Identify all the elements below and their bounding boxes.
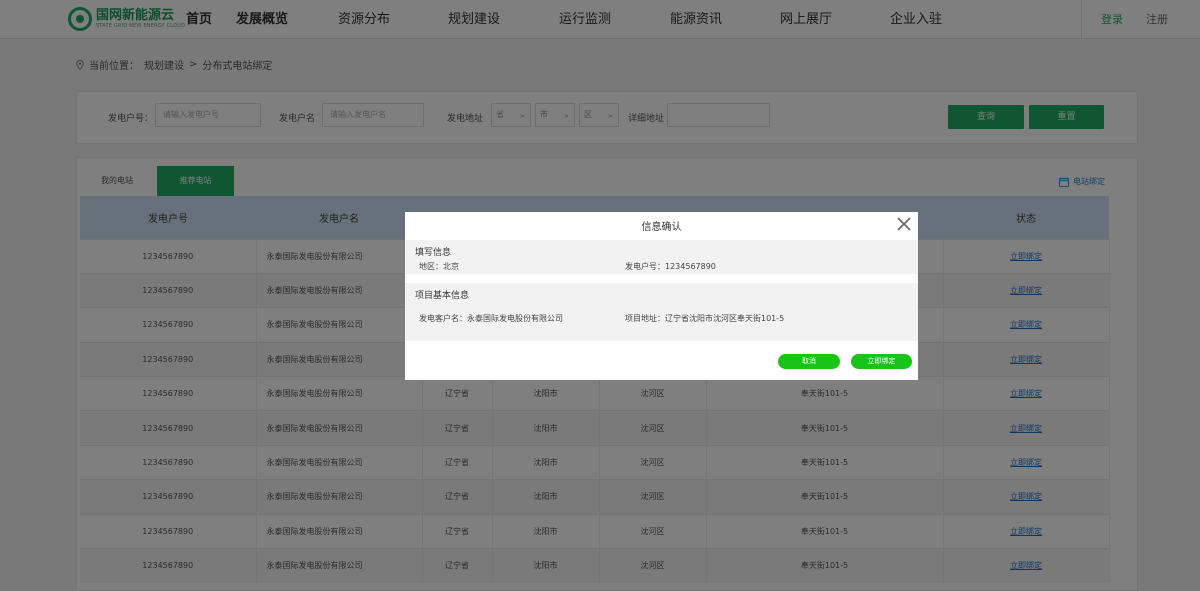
project-address-field: 项目地址：辽宁省沈阳市沈河区奉天街101-5 xyxy=(625,314,785,323)
cancel-button[interactable]: 取消 xyxy=(778,354,840,369)
dialog-title: 信息确认 xyxy=(641,222,682,233)
account-field: 发电户号：1234567890 xyxy=(625,262,716,271)
filled-info-section: 填写信息 地区：北京 发电户号：1234567890 xyxy=(405,240,918,274)
confirm-dialog: 信息确认 填写信息 地区：北京 发电户号：1234567890 项目基本信息 发… xyxy=(405,212,918,380)
close-icon[interactable] xyxy=(896,216,912,232)
project-info-section: 项目基本信息 发电客户名：永泰国际发电股份有限公司 项目地址：辽宁省沈阳市沈河区… xyxy=(405,283,918,341)
filled-info-title: 填写信息 xyxy=(415,248,452,258)
confirm-bind-button[interactable]: 立即绑定 xyxy=(851,354,912,369)
customer-name-field: 发电客户名：永泰国际发电股份有限公司 xyxy=(419,314,563,323)
project-info-title: 项目基本信息 xyxy=(415,291,470,301)
region-field: 地区：北京 xyxy=(419,262,459,271)
